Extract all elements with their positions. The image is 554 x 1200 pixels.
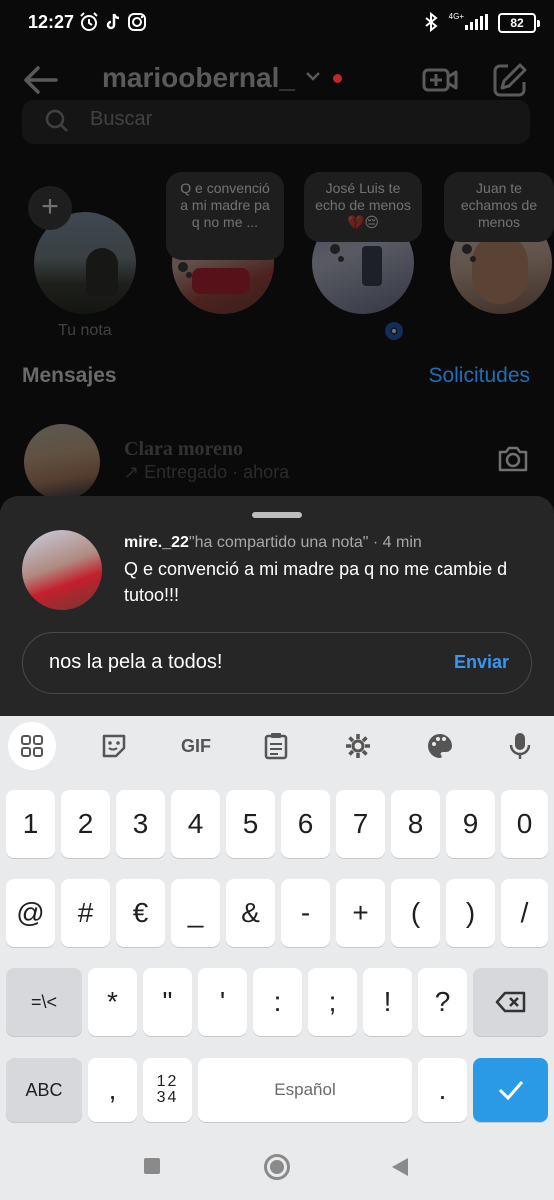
key-question[interactable]: ? — [418, 968, 467, 1036]
network-type: 4G+ — [448, 12, 464, 21]
battery-indicator: 82 — [498, 13, 540, 33]
settings-gear-icon[interactable] — [340, 728, 376, 764]
signal-icon — [465, 14, 488, 30]
back-arrow-icon[interactable] — [20, 62, 60, 98]
key-double-quote[interactable]: " — [143, 968, 192, 1036]
sheet-grabber[interactable] — [252, 512, 302, 518]
conversation-name: Clara moreno — [124, 438, 244, 460]
new-video-call-icon[interactable] — [422, 62, 458, 98]
status-time: 12:27 — [28, 12, 75, 32]
search-icon — [45, 109, 68, 132]
apps-grid-icon[interactable] — [8, 722, 56, 770]
keyboard-toolbar: GIF — [0, 716, 554, 776]
keyboard: GIF 1 2 3 4 5 6 7 8 9 0 @ # € _ & - + ( … — [0, 716, 554, 1130]
checkmark-icon — [498, 1081, 523, 1101]
note-meta: mire._22"ha compartido una nota" · 4 min — [124, 534, 422, 552]
status-bar: 12:27 4G+ 82 — [0, 0, 554, 48]
back-button[interactable] — [392, 1158, 408, 1176]
key-8[interactable]: 8 — [391, 790, 440, 858]
gif-button[interactable]: GIF — [174, 728, 218, 764]
instagram-icon — [128, 13, 146, 31]
note-shared-label: "ha compartido una nota" — [188, 534, 369, 551]
alarm-icon — [80, 12, 98, 31]
key-asterisk[interactable]: * — [88, 968, 137, 1036]
compose-icon[interactable] — [492, 62, 528, 98]
enter-key[interactable] — [473, 1058, 548, 1122]
backspace-key[interactable] — [473, 968, 548, 1036]
key-exclamation[interactable]: ! — [363, 968, 412, 1036]
fractions-bottom-label: 34 — [156, 1089, 179, 1106]
key-more-symbols[interactable]: =\< — [6, 968, 82, 1036]
key-abc[interactable]: ABC — [6, 1058, 82, 1122]
send-button[interactable]: Enviar — [454, 652, 509, 673]
search-bar[interactable]: Buscar — [22, 100, 530, 144]
key-ampersand[interactable]: & — [226, 879, 275, 947]
key-euro[interactable]: € — [116, 879, 165, 947]
reply-input-value[interactable]: nos la pela a todos! — [49, 651, 222, 674]
key-minus[interactable]: - — [281, 879, 330, 947]
note-username[interactable]: mire._22 — [124, 534, 189, 551]
bluetooth-icon — [425, 11, 438, 33]
key-7[interactable]: 7 — [336, 790, 385, 858]
space-key[interactable]: Español — [198, 1058, 412, 1122]
bubble-tail — [178, 262, 188, 272]
navigation-bar — [0, 1130, 554, 1200]
key-open-paren[interactable]: ( — [391, 879, 440, 947]
key-slash[interactable]: / — [501, 879, 548, 947]
key-period[interactable]: . — [418, 1058, 467, 1122]
bubble-tail — [330, 244, 340, 254]
unread-dot — [333, 74, 342, 83]
avatar[interactable] — [24, 424, 100, 500]
recents-button[interactable] — [144, 1158, 160, 1174]
key-hash[interactable]: # — [61, 879, 110, 947]
bubble-tail — [338, 256, 344, 262]
sticker-icon[interactable] — [96, 728, 132, 764]
search-input[interactable]: Buscar — [90, 108, 152, 131]
note-text: Q e convenció a mi madre pa q no me camb… — [124, 559, 508, 605]
note-reply-sheet: mire._22"ha compartido una nota" · 4 min… — [0, 496, 554, 718]
key-comma[interactable]: , — [88, 1058, 137, 1122]
requests-link[interactable]: Solicitudes — [428, 364, 530, 388]
bubble-tail — [462, 244, 472, 254]
add-note-button[interactable]: + — [28, 186, 72, 230]
note-bubble[interactable]: José Luis te echo de menos 💔😔 — [304, 172, 422, 242]
chevron-down-icon[interactable] — [305, 70, 321, 82]
note-time: · 4 min — [372, 534, 422, 551]
key-6[interactable]: 6 — [281, 790, 330, 858]
palette-icon[interactable] — [422, 728, 458, 764]
my-note-label: Tu nota — [58, 322, 112, 339]
note-bubble[interactable]: Q e convenció a mi madre pa q no me ... — [166, 172, 284, 260]
key-close-paren[interactable]: ) — [446, 879, 495, 947]
messages-title: Mensajes — [22, 364, 117, 387]
reply-input[interactable]: nos la pela a todos! Enviar — [22, 632, 532, 694]
key-3[interactable]: 3 — [116, 790, 165, 858]
bubble-tail — [470, 256, 476, 262]
avatar[interactable] — [22, 530, 102, 610]
conversation-status: ↗ Entregado · ahora — [124, 462, 290, 482]
home-button[interactable] — [264, 1154, 290, 1180]
clipboard-icon[interactable] — [258, 728, 294, 764]
note-bubble[interactable]: Juan te echamos de menos — [444, 172, 554, 242]
key-colon[interactable]: : — [253, 968, 302, 1036]
key-0[interactable]: 0 — [501, 790, 548, 858]
key-5[interactable]: 5 — [226, 790, 275, 858]
camera-icon[interactable] — [496, 444, 530, 474]
evil-eye-badge — [385, 322, 403, 340]
key-single-quote[interactable]: ' — [198, 968, 247, 1036]
key-4[interactable]: 4 — [171, 790, 220, 858]
key-at[interactable]: @ — [6, 879, 55, 947]
key-semicolon[interactable]: ; — [308, 968, 357, 1036]
key-underscore[interactable]: _ — [171, 879, 220, 947]
key-fractions[interactable]: 12 34 — [143, 1058, 192, 1122]
fractions-top-label: 12 — [156, 1073, 179, 1090]
key-9[interactable]: 9 — [446, 790, 495, 858]
microphone-icon[interactable] — [502, 728, 538, 764]
tiktok-icon — [106, 13, 120, 30]
backspace-icon — [495, 991, 525, 1013]
account-name[interactable]: marioobernal_ — [102, 62, 295, 94]
bubble-tail — [186, 272, 192, 278]
key-2[interactable]: 2 — [61, 790, 110, 858]
key-plus[interactable]: + — [336, 879, 385, 947]
key-1[interactable]: 1 — [6, 790, 55, 858]
